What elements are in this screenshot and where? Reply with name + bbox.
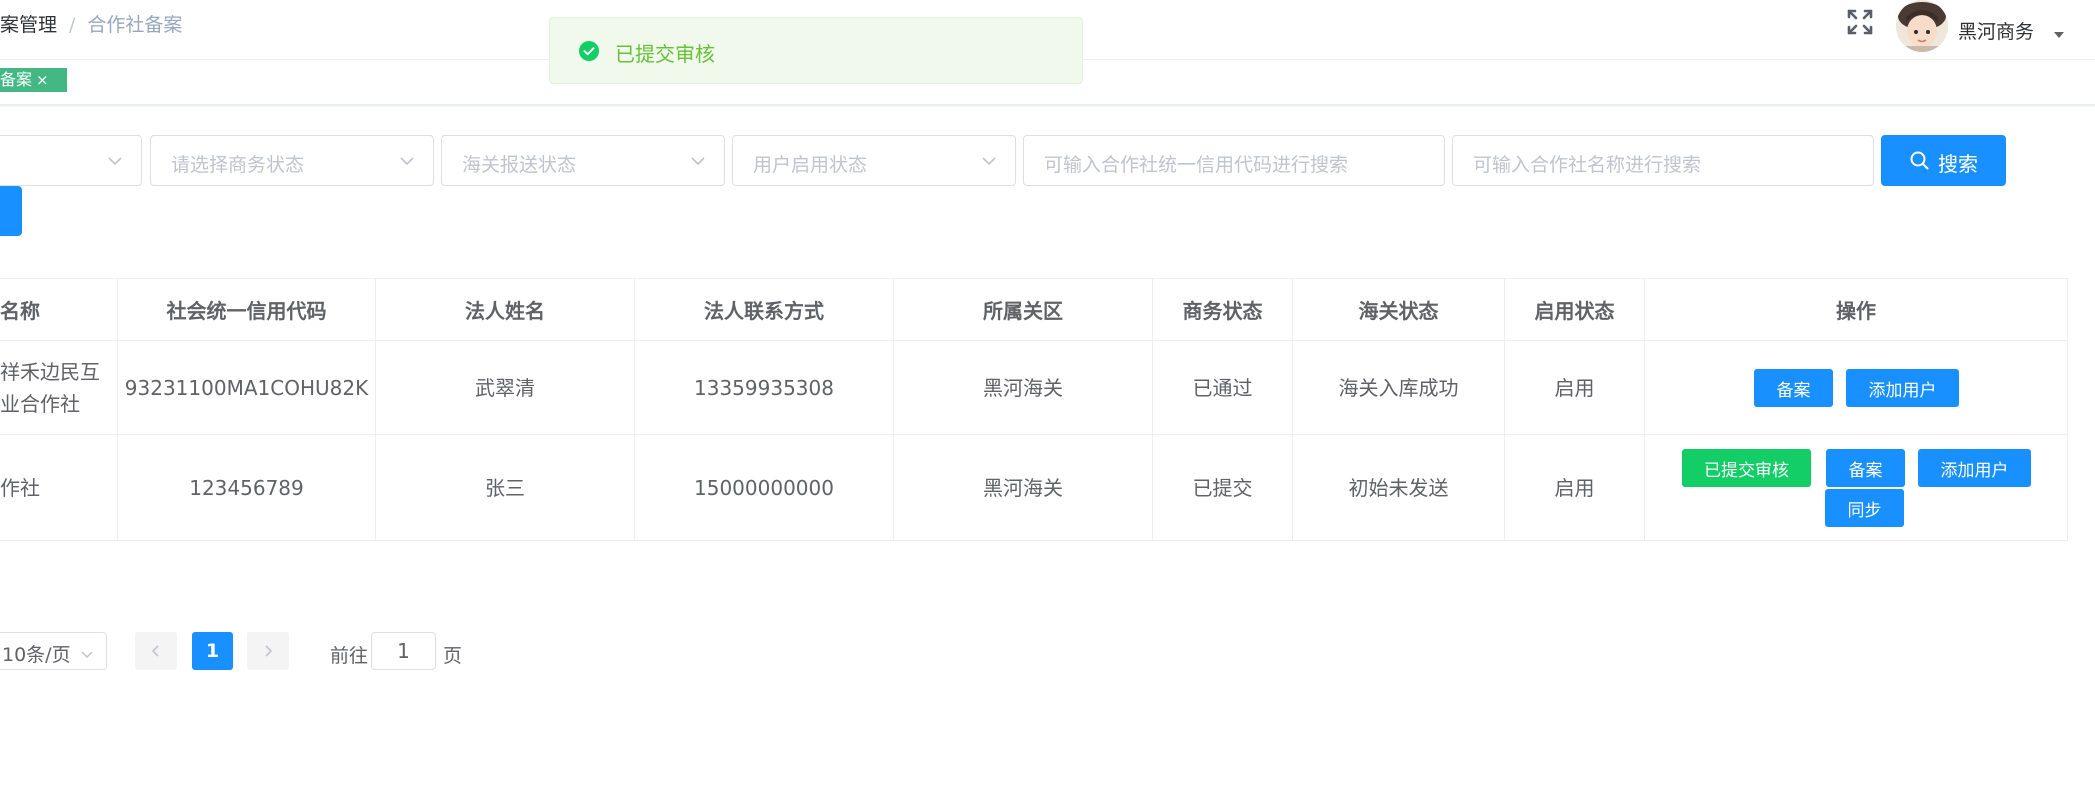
chevron-down-icon [981,153,997,169]
table-border [2067,278,2068,541]
chevron-down-icon [690,153,706,169]
cell-customs-status: 海关入库成功 [1338,375,1459,400]
tags-view-item[interactable]: 备案 × [0,68,67,92]
credit-code-placeholder: 可输入合作社统一信用代码进行搜索 [1044,154,1349,176]
user-enabled-placeholder: 用户启用状态 [753,154,868,176]
search-icon [1909,150,1930,171]
filing-button[interactable]: 备案 [1826,449,1905,487]
col-header-enabled-status: 启用状态 [1534,299,1615,323]
chevron-down-icon [399,153,415,169]
cell-business-status: 已提交 [1192,475,1253,500]
goto-label: 前往 [330,645,369,667]
tags-bar-shadow [0,104,2095,107]
goto-unit: 页 [443,645,463,667]
cell-credit-code: 123456789 [189,475,304,500]
cell-enabled-status: 启用 [1554,475,1595,500]
cell-customs-area: 黑河海关 [983,475,1063,500]
cell-name: 祥禾边民互 [0,359,100,384]
search-button-label: 搜索 [1938,152,1978,176]
cell-customs-status: 初始未发送 [1348,475,1449,500]
tag-label: 备案 [0,70,33,89]
prev-page-button[interactable] [135,632,177,670]
avatar[interactable] [1896,0,1948,52]
next-page-button[interactable] [247,632,289,670]
breadcrumb-item-coop-filing: 合作社备案 [87,14,183,36]
col-header-legal-phone: 法人联系方式 [704,299,824,323]
filter-select-partial[interactable] [0,135,142,186]
search-button[interactable]: 搜索 [1881,135,2006,186]
page-size-value: 10条/页 [2,644,71,666]
check-circle-icon [578,40,600,62]
coop-name-placeholder: 可输入合作社名称进行搜索 [1473,154,1702,176]
cell-enabled-status: 启用 [1554,375,1595,400]
col-header-name: 名称 [0,299,40,323]
goto-page-input[interactable]: 1 [371,632,436,670]
chevron-down-icon[interactable] [2054,32,2064,38]
breadcrumb-item-filing-management[interactable]: 案管理 [0,14,57,36]
submitted-review-button[interactable]: 已提交审核 [1682,449,1811,487]
add-button-partial[interactable] [0,186,22,236]
add-user-button[interactable]: 添加用户 [1846,369,1959,407]
coop-table: 名称 社会统一信用代码 法人姓名 法人联系方式 所属关区 商务状态 海关状态 启… [0,278,2068,541]
cell-legal-name: 武翠清 [475,375,535,400]
user-enabled-select[interactable]: 用户启用状态 [732,135,1016,186]
add-user-button[interactable]: 添加用户 [1918,449,2031,487]
breadcrumb: 案管理 / 合作社备案 [0,10,182,37]
table-row: 祥禾边民互 业合作社 [0,341,117,434]
page-number-current[interactable]: 1 [192,632,233,670]
sync-button[interactable]: 同步 [1825,489,1904,527]
table-border [0,540,2068,541]
col-header-customs-area: 所属关区 [983,299,1063,323]
username[interactable]: 黑河商务 [1958,17,2034,44]
business-status-select[interactable]: 请选择商务状态 [150,135,434,186]
page-size-select[interactable]: 10条/页 [0,632,107,670]
cell-customs-area: 黑河海关 [983,375,1063,400]
col-header-legal-name: 法人姓名 [465,299,545,323]
cell-name: 业合作社 [0,391,80,416]
chevron-right-icon [265,645,273,657]
success-toast: 已提交审核 [549,17,1083,84]
col-header-customs-status: 海关状态 [1358,299,1439,323]
chevron-left-icon [151,645,159,657]
breadcrumb-separator: / [69,14,76,36]
col-header-actions: 操作 [1836,299,1876,323]
cell-legal-name: 张三 [485,475,525,500]
app-root: 案管理 / 合作社备案 黑河商务 备案 × 已提交审核 请选择商务状态 海关报送… [0,0,2095,801]
filing-button[interactable]: 备案 [1754,369,1833,407]
cell-name: 作社 [0,475,40,500]
customs-status-placeholder: 海关报送状态 [462,154,577,176]
coop-name-search-input[interactable]: 可输入合作社名称进行搜索 [1452,135,1874,186]
cell-phone: 15000000000 [694,475,834,500]
cell-credit-code: 93231100MA1COHU82K [124,375,369,400]
cell-phone: 13359935308 [694,375,834,400]
fullscreen-icon[interactable] [1846,8,1874,36]
toast-message: 已提交审核 [615,42,715,66]
close-icon[interactable]: × [36,71,49,89]
chevron-down-icon [80,644,94,659]
business-status-placeholder: 请选择商务状态 [171,154,305,176]
col-header-business-status: 商务状态 [1182,299,1263,323]
customs-status-select[interactable]: 海关报送状态 [441,135,725,186]
cell-business-status: 已通过 [1192,375,1253,400]
chevron-down-icon [107,153,123,169]
credit-code-search-input[interactable]: 可输入合作社统一信用代码进行搜索 [1023,135,1445,186]
col-header-credit-code: 社会统一信用代码 [166,299,327,323]
